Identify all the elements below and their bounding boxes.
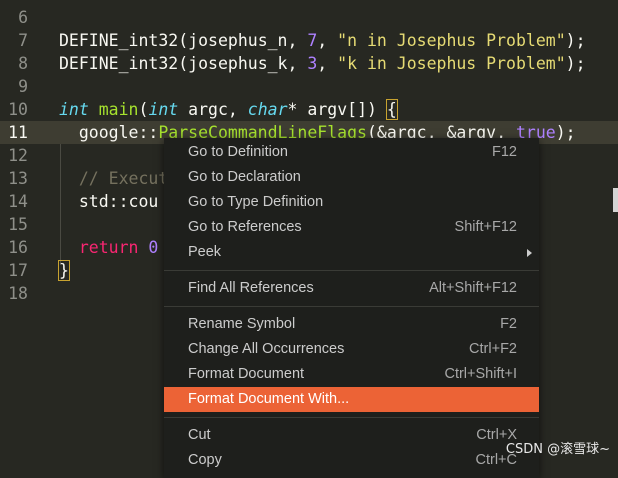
menu-separator	[164, 306, 539, 307]
code-token: return	[78, 238, 139, 257]
menu-item-label: Format Document	[188, 366, 305, 382]
menu-item-change-all-occurrences[interactable]: Change All Occurrences Ctrl+F2	[164, 337, 539, 362]
menu-item-shortcut: Shift+F12	[454, 219, 517, 235]
watermark-text: CSDN @滚雪球~	[505, 442, 610, 457]
menu-item-label: Go to Definition	[188, 144, 288, 160]
code-token: );	[565, 31, 586, 50]
menu-item-go-to-references[interactable]: Go to References Shift+F12	[164, 215, 539, 240]
code-line[interactable]: 10 int main(int argc, char* argv[]) {	[0, 98, 618, 121]
menu-item-go-to-declaration[interactable]: Go to Declaration	[164, 165, 539, 190]
line-number: 10	[8, 100, 28, 119]
line-number: 18	[8, 284, 28, 303]
menu-separator	[164, 417, 539, 418]
menu-separator	[164, 270, 539, 271]
code-line[interactable]: 8 DEFINE_int32(josephus_k, 3, "k in Josep…	[0, 52, 618, 75]
menu-item-label: Copy	[188, 452, 222, 468]
code-token: "k in Josephus Problem"	[337, 54, 566, 73]
code-token: 7	[307, 31, 318, 50]
code-token: google::	[59, 123, 159, 142]
menu-item-peek[interactable]: Peek	[164, 240, 539, 265]
menu-item-go-to-type-definition[interactable]: Go to Type Definition	[164, 190, 539, 215]
code-token: char	[247, 100, 288, 119]
menu-item-format-document[interactable]: Format Document Ctrl+Shift+I	[164, 362, 539, 387]
code-token: (josephus_k,	[178, 54, 308, 73]
code-token: * argv[])	[287, 100, 387, 119]
code-token: int	[148, 100, 179, 119]
code-token: 0	[148, 238, 159, 257]
code-token: int	[59, 100, 89, 119]
line-number: 16	[8, 238, 28, 257]
code-token: main	[98, 100, 139, 119]
menu-item-label: Rename Symbol	[188, 316, 296, 332]
line-number: 12	[8, 146, 28, 165]
menu-item-go-to-definition[interactable]: Go to Definition F12	[164, 140, 539, 165]
code-token: }	[58, 260, 70, 281]
menu-item-label: Find All References	[188, 280, 314, 296]
code-token: ,	[317, 54, 338, 73]
scrollbar-indicator	[613, 188, 618, 212]
code-token: DEFINE_int32	[59, 31, 179, 50]
menu-item-label: Go to Type Definition	[188, 194, 324, 210]
code-text: DEFINE_int32(josephus_k, 3, "k in Joseph…	[59, 52, 586, 75]
menu-item-rename-symbol[interactable]: Rename Symbol F2	[164, 312, 539, 337]
code-token: (josephus_n,	[178, 31, 308, 50]
line-number: 11	[8, 123, 28, 142]
code-token: {	[385, 99, 398, 120]
code-line[interactable]: 6	[0, 6, 618, 29]
menu-item-shortcut: F2	[500, 316, 517, 332]
chevron-right-icon	[527, 249, 532, 257]
code-token: (	[138, 100, 149, 119]
menu-item-shortcut: Ctrl+F2	[469, 341, 517, 357]
menu-item-label: Cut	[188, 427, 211, 443]
line-number: 14	[8, 192, 28, 211]
menu-item-label: Go to References	[188, 219, 302, 235]
code-token: argc,	[178, 100, 248, 119]
menu-item-shortcut: F12	[492, 144, 517, 160]
code-token: DEFINE_int32	[59, 54, 179, 73]
code-token: "n in Josephus Problem"	[337, 31, 566, 50]
code-token: ,	[317, 31, 338, 50]
code-text: DEFINE_int32(josephus_n, 7, "n in Joseph…	[59, 29, 586, 52]
code-token: std::cou	[59, 192, 159, 211]
menu-item-label: Peek	[188, 244, 222, 260]
line-number: 9	[18, 77, 28, 96]
menu-item-find-all-references[interactable]: Find All References Alt+Shift+F12	[164, 276, 539, 301]
menu-item-shortcut: Ctrl+Shift+I	[444, 366, 517, 382]
line-number: 13	[8, 169, 28, 188]
menu-item-format-document-with[interactable]: Format Document With...	[164, 387, 539, 412]
menu-item-cut[interactable]: Cut Ctrl+X	[164, 423, 539, 448]
code-token: 3	[307, 54, 318, 73]
code-line[interactable]: 7 DEFINE_int32(josephus_n, 7, "n in Josep…	[0, 29, 618, 52]
context-menu: Go to Definition F12 Go to Declaration Go t…	[164, 138, 539, 478]
code-text: }	[58, 259, 70, 282]
menu-item-label: Format Document With...	[188, 391, 350, 407]
code-token: );	[565, 54, 586, 73]
line-number: 17	[8, 261, 28, 280]
line-number: 8	[18, 54, 28, 73]
code-token: );	[555, 123, 576, 142]
code-text: int main(int argc, char* argv[]) {	[59, 98, 398, 121]
line-number: 6	[18, 8, 28, 27]
menu-item-copy[interactable]: Copy Ctrl+C	[164, 448, 539, 473]
code-token: // Execut	[59, 169, 169, 188]
menu-item-label: Change All Occurrences	[188, 341, 345, 357]
line-number: 7	[18, 31, 28, 50]
code-line[interactable]: 9	[0, 75, 618, 98]
menu-item-label: Go to Declaration	[188, 169, 301, 185]
line-number: 15	[8, 215, 28, 234]
code-text: return 0	[59, 236, 158, 259]
menu-item-shortcut: Alt+Shift+F12	[429, 280, 517, 296]
